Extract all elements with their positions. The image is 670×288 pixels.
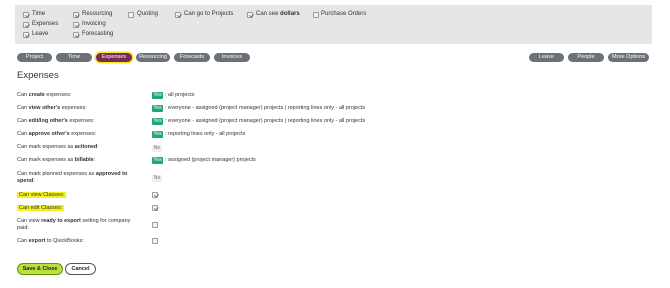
time-label: Time — [32, 11, 46, 17]
module-permissions-panel: Time Resourcing Quoting Can go to Projec… — [15, 5, 652, 44]
edit-classes-checkbox[interactable] — [152, 205, 158, 211]
can-go-to-projects-checkbox[interactable] — [175, 12, 181, 18]
can-see-dollars-checkbox[interactable] — [247, 12, 253, 18]
edit-others-yes-badge[interactable]: Yes — [152, 118, 163, 125]
planned-expenses-label: Can mark planned expenses as approved to… — [17, 171, 128, 184]
resourcing-label: Resourcing — [82, 11, 113, 17]
tab-forecasts[interactable]: Forecasts — [174, 53, 210, 62]
view-others-yes-badge[interactable]: Yes — [152, 105, 163, 112]
mark-actioned-no-badge[interactable]: No — [152, 145, 162, 152]
purchase-orders-checkbox[interactable] — [313, 12, 319, 18]
invoicing-label: Invoicing — [82, 21, 106, 27]
tab-project[interactable]: Project — [17, 53, 52, 62]
can-see-dollars-label: Can see dollars — [256, 11, 300, 17]
resourcing-checkbox[interactable] — [73, 12, 79, 18]
time-checkbox[interactable] — [23, 12, 29, 18]
quoting-checkbox[interactable] — [128, 12, 134, 18]
purchase-orders-label: Purchase Orders — [321, 11, 367, 17]
create-expenses-yes-badge[interactable]: Yes — [152, 92, 163, 99]
export-quickbooks-checkbox[interactable] — [152, 238, 158, 244]
tab-leave[interactable]: Leave — [529, 53, 564, 62]
ready-to-export-checkbox[interactable] — [152, 222, 158, 228]
can-see-text: Can see — [256, 11, 279, 17]
mark-billable-label: Can mark expenses as billable: — [17, 157, 96, 163]
quoting-label: Quoting — [137, 11, 159, 17]
export-quickbooks-label: Can export to QuickBooks: — [17, 238, 84, 244]
planned-expenses-no-badge[interactable]: No — [152, 175, 162, 182]
tab-invoices[interactable]: Invoices — [214, 53, 250, 62]
tab-people[interactable]: People — [568, 53, 604, 62]
view-others-value: : everyone - assigned (project manager) … — [165, 105, 366, 111]
can-go-to-projects-label: Can go to Projects — [184, 11, 234, 17]
dollars-text: dollars — [280, 11, 300, 17]
leave-label: Leave — [32, 31, 49, 37]
cancel-button[interactable]: Cancel — [65, 263, 96, 275]
tab-time[interactable]: Time — [56, 53, 92, 62]
forecasting-label: Forecasting — [82, 31, 114, 37]
approve-others-expenses-label: Can approve other's expenses: — [17, 131, 97, 137]
mark-billable-value: : assigned (project manager) projects — [165, 157, 256, 163]
view-others-expenses-label: Can view other's expenses: — [17, 105, 87, 111]
edit-others-expenses-label: Can edit/log other's expenses: — [17, 118, 95, 124]
edit-others-value: : everyone - assigned (project manager) … — [165, 118, 366, 124]
ready-to-export-label: Can view ready to export setting for com… — [17, 218, 131, 231]
create-expenses-value: : all projects — [165, 92, 195, 98]
create-expenses-label: Can create expenses: — [17, 92, 72, 98]
tab-expenses[interactable]: Expenses — [96, 53, 132, 62]
invoicing-checkbox[interactable] — [73, 22, 79, 28]
mark-actioned-label: Can mark expenses as actioned: — [17, 144, 99, 150]
section-title: Expenses — [17, 70, 59, 81]
view-classes-label: Can view Classes: — [17, 192, 67, 198]
edit-classes-label: Can edit Classes: — [17, 205, 65, 211]
approve-others-yes-badge[interactable]: Yes — [152, 131, 163, 138]
leave-checkbox[interactable] — [23, 32, 29, 38]
expenses-label: Expenses — [32, 21, 59, 27]
approve-others-value: : reporting lines only - all projects — [165, 131, 246, 137]
view-classes-checkbox[interactable] — [152, 192, 158, 198]
expenses-checkbox[interactable] — [23, 22, 29, 28]
forecasting-checkbox[interactable] — [73, 32, 79, 38]
tab-more-options[interactable]: More Options — [608, 53, 649, 62]
tab-resourcing[interactable]: Resourcing — [136, 53, 170, 62]
save-close-button[interactable]: Save & Close — [17, 263, 63, 275]
mark-billable-yes-badge[interactable]: Yes — [152, 157, 163, 164]
